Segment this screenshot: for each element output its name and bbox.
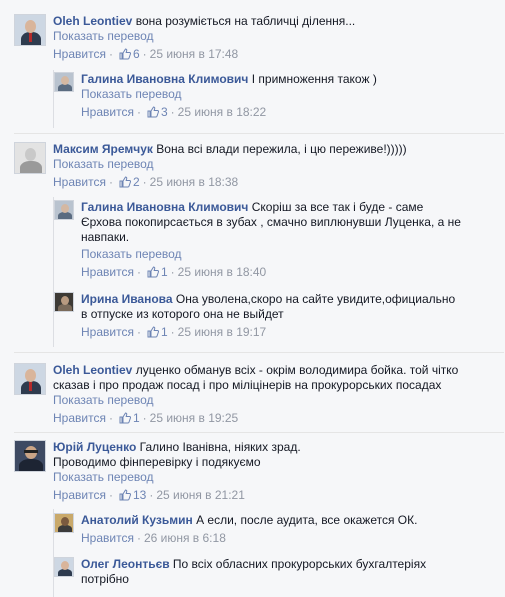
comment-timestamp[interactable]: 25 июня в 18:38 xyxy=(150,175,239,189)
comment-text: потрібно xyxy=(81,572,129,586)
comment-text: Галино Іванівна, ніяких зрад. xyxy=(139,440,301,454)
thumbs-up-icon[interactable] xyxy=(119,48,131,64)
comment-timestamp[interactable]: 25 июня в 19:17 xyxy=(178,325,267,339)
thumbs-up-icon[interactable] xyxy=(147,266,159,282)
like-link[interactable]: Нравится xyxy=(81,105,134,119)
comment: Oleh Leontiev вона розуміється на таблич… xyxy=(14,14,494,74)
comment-author[interactable]: Юрій Луценко xyxy=(53,440,136,454)
reply: Галина Ивановна Климович І примноження т… xyxy=(54,72,494,128)
like-link[interactable]: Нравится xyxy=(81,265,134,279)
thumbs-up-icon[interactable] xyxy=(119,176,131,192)
comment-text: сказав і про продаж посад і про міліціне… xyxy=(53,378,442,392)
like-link[interactable]: Нравится xyxy=(53,411,106,425)
like-count[interactable]: 1 xyxy=(133,411,140,425)
comment-divider xyxy=(14,352,504,353)
comment-meta: Нравится · 13 · 25 июня в 21:21 xyxy=(53,488,493,505)
avatar[interactable] xyxy=(54,292,74,312)
like-link[interactable]: Нравится xyxy=(81,325,134,339)
comment-text: Вона всі влади пережила, і цю переживе!)… xyxy=(156,142,407,156)
reply: Галина Ивановна Климович Скоріш за все т… xyxy=(54,200,494,285)
comment-text: Она уволена,скоро на сайте увидите,офици… xyxy=(175,292,456,306)
like-link[interactable]: Нравится xyxy=(53,47,106,61)
comment-text: Єрхова покопирсається в зубах , смачно в… xyxy=(81,215,461,229)
thumbs-up-icon[interactable] xyxy=(119,412,131,428)
show-translation-link[interactable]: Показать перевод xyxy=(81,247,501,262)
like-count[interactable]: 1 xyxy=(161,265,168,279)
like-count[interactable]: 13 xyxy=(133,488,146,502)
avatar[interactable] xyxy=(14,440,46,472)
comment-text: Скоріш за все так і буде - саме xyxy=(251,200,424,214)
comment-timestamp[interactable]: 26 июня в 6:18 xyxy=(144,531,226,545)
show-translation-link[interactable]: Показать перевод xyxy=(53,157,493,172)
avatar[interactable] xyxy=(14,14,46,46)
show-translation-link[interactable]: Показать перевод xyxy=(53,470,493,485)
comments-page: { "ui": { "like_label": "Нравится", "tra… xyxy=(0,0,505,597)
comment-author[interactable]: Олег Леонтьєв xyxy=(81,557,170,571)
comment-timestamp[interactable]: 25 июня в 18:22 xyxy=(178,105,267,119)
comment-text: в отпуске из которого она не выйдет xyxy=(81,307,284,321)
comment-divider xyxy=(14,432,504,433)
avatar[interactable] xyxy=(54,557,74,577)
comment-text: вона розуміється на табличці ділення... xyxy=(135,14,356,28)
like-link[interactable]: Нравится xyxy=(81,531,134,545)
comment-timestamp[interactable]: 25 июня в 18:40 xyxy=(178,265,267,279)
avatar[interactable] xyxy=(54,513,74,533)
reply: Олег Леонтьєв По всіх обласних прокурорс… xyxy=(54,557,494,597)
comment-meta: Нравится · 2 · 25 июня в 18:38 xyxy=(53,175,493,192)
comment-text: навпаки. xyxy=(81,230,130,244)
comment-author[interactable]: Галина Ивановна Климович xyxy=(81,200,248,214)
comment-text: Проводимо фінперевірку і подякуємо xyxy=(53,455,261,469)
show-translation-link[interactable]: Показать перевод xyxy=(53,393,498,408)
show-translation-link[interactable]: Показать перевод xyxy=(53,29,493,44)
comment: Максим Яремчук Вона всі влади пережила, … xyxy=(14,142,494,198)
comment-meta: Нравится · 1 · 25 июня в 18:40 xyxy=(81,265,501,282)
comment-meta: Нравится · 26 июня в 6:18 xyxy=(81,531,226,545)
comment-author[interactable]: Анатолий Кузьмин xyxy=(81,513,193,527)
comment-author[interactable]: Максим Яремчук xyxy=(53,142,153,156)
comment-timestamp[interactable]: 25 июня в 17:48 xyxy=(150,47,239,61)
avatar[interactable] xyxy=(14,363,46,395)
like-count[interactable]: 1 xyxy=(161,325,168,339)
comment-text: По всіх обласних прокурорських бухгалтер… xyxy=(172,557,427,571)
comment-meta: Нравится · 3 · 25 июня в 18:22 xyxy=(81,105,491,122)
show-translation-link[interactable]: Показать перевод xyxy=(81,87,491,102)
reply: Анатолий Кузьмин А если, после аудита, в… xyxy=(54,513,494,549)
comment-divider xyxy=(14,133,504,134)
like-link[interactable]: Нравится xyxy=(53,488,106,502)
comment: Юрій Луценко Галино Іванівна, ніяких зра… xyxy=(14,440,494,506)
comment-author[interactable]: Oleh Leontiev xyxy=(53,14,132,28)
comment-meta: Нравится · 1 · 25 июня в 19:17 xyxy=(81,325,501,342)
avatar[interactable] xyxy=(54,200,74,220)
comment-text: луценко обманув всіх - окрім володимира … xyxy=(135,363,459,377)
thumbs-up-icon[interactable] xyxy=(119,489,131,505)
avatar[interactable] xyxy=(54,72,74,92)
thumbs-up-icon[interactable] xyxy=(147,326,159,342)
comment-text: І примноження також ) xyxy=(251,72,377,86)
like-count[interactable]: 6 xyxy=(133,47,140,61)
avatar[interactable] xyxy=(14,142,46,174)
comment-meta: Нравится · 1 · 25 июня в 19:25 xyxy=(53,411,498,428)
like-link[interactable]: Нравится xyxy=(53,175,106,189)
comment-timestamp[interactable]: 25 июня в 19:25 xyxy=(150,411,239,425)
comment-timestamp[interactable]: 25 июня в 21:21 xyxy=(156,488,245,502)
comment-meta: Нравится · 6 · 25 июня в 17:48 xyxy=(53,47,493,64)
reply: Ирина Иванова Она уволена,скоро на сайте… xyxy=(54,292,494,344)
comment: Oleh Leontiev луценко обманув всіх - окр… xyxy=(14,363,494,431)
like-count[interactable]: 2 xyxy=(133,175,140,189)
comment-author[interactable]: Ирина Иванова xyxy=(81,292,173,306)
comment-author[interactable]: Oleh Leontiev xyxy=(53,363,132,377)
comment-author[interactable]: Галина Ивановна Климович xyxy=(81,72,248,86)
thumbs-up-icon[interactable] xyxy=(147,106,159,122)
like-count[interactable]: 3 xyxy=(161,105,168,119)
comment-text: А если, после аудита, все окажется ОК. xyxy=(196,513,418,527)
